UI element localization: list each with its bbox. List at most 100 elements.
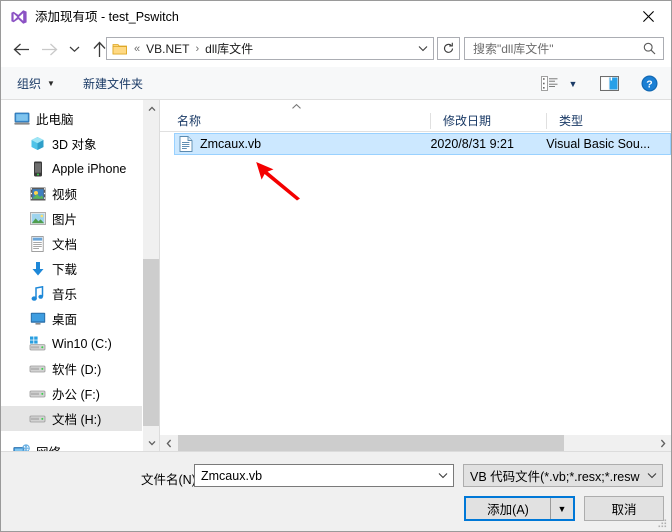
sidebar-item-documents[interactable]: 文档	[1, 231, 142, 256]
scrollbar-thumb[interactable]	[178, 435, 564, 452]
sidebar-label: 此电脑	[36, 113, 74, 127]
downloads-icon	[29, 260, 46, 277]
resize-grip[interactable]	[656, 517, 668, 529]
sidebar-label: 网络	[36, 442, 61, 451]
column-header-modified[interactable]: 修改日期	[431, 110, 547, 132]
column-label: 类型	[559, 114, 584, 128]
sidebar-label: 文档 (H:)	[52, 413, 102, 427]
organize-label: 组织	[17, 76, 42, 91]
refresh-icon	[444, 42, 454, 53]
view-options-button[interactable]	[535, 71, 563, 96]
folder-icon	[112, 43, 127, 54]
search-input[interactable]: 搜索"dll库文件"	[473, 40, 643, 57]
sidebar-scrollbar[interactable]	[142, 100, 160, 451]
arrow-right-icon	[41, 43, 57, 55]
chevron-down-icon	[148, 440, 155, 446]
drive-icon	[29, 410, 46, 427]
sidebar-item-drive-d[interactable]: 软件 (D:)	[1, 356, 142, 381]
filename-input[interactable]: Zmcaux.vb	[201, 469, 433, 483]
command-toolbar: 组织 ▼ 新建文件夹 ▼ ?	[1, 67, 671, 100]
organize-button[interactable]: 组织 ▼	[10, 71, 62, 96]
chevron-down-icon: ▼	[557, 503, 567, 514]
music-icon	[29, 285, 46, 302]
drive-icon	[29, 360, 46, 377]
file-type-filter-value: VB 代码文件(*.vb;*.resx;*.resw	[470, 470, 640, 484]
sidebar-item-3d-objects[interactable]: 3D 对象	[1, 131, 142, 156]
scrollbar-thumb[interactable]	[143, 259, 160, 426]
sidebar-item-pictures[interactable]: 图片	[1, 206, 142, 231]
sidebar-label: 软件 (D:)	[52, 363, 102, 377]
filter-dropdown-button[interactable]	[642, 465, 662, 486]
preview-pane-button[interactable]	[595, 71, 623, 96]
close-icon	[642, 11, 654, 22]
breadcrumb-vbnet[interactable]: VB.NET	[146, 42, 189, 56]
close-button[interactable]	[625, 1, 671, 32]
help-button[interactable]: ?	[635, 71, 663, 96]
arrow-left-icon	[13, 43, 29, 55]
refresh-button[interactable]	[437, 37, 460, 60]
this-pc-icon	[13, 110, 30, 127]
breadcrumb-separator[interactable]: ›	[189, 43, 205, 55]
sidebar-label: Win10 (C:)	[52, 336, 112, 351]
sidebar-item-win10-c[interactable]: Win10 (C:)	[1, 331, 142, 356]
table-row[interactable]: Zmcaux.vb 2020/8/31 9:21 Visual Basic So…	[174, 133, 671, 155]
search-box[interactable]: 搜索"dll库文件"	[464, 37, 664, 60]
add-button[interactable]: 添加(A) ▼	[464, 496, 575, 521]
sidebar-item-drive-h[interactable]: 文档 (H:)	[1, 406, 142, 431]
column-label: 修改日期	[443, 114, 492, 128]
view-options-caret[interactable]: ▼	[563, 71, 583, 96]
sidebar-item-videos[interactable]: 视频	[1, 181, 142, 206]
sidebar-label: 下载	[52, 263, 78, 277]
title-bar: 添加现有项 - test_Pswitch	[1, 1, 671, 32]
sidebar-label: 图片	[52, 213, 78, 227]
iphone-icon	[29, 160, 46, 177]
breadcrumb-dll[interactable]: dll库文件	[205, 40, 253, 57]
add-button-label[interactable]: 添加(A)	[466, 498, 551, 519]
sidebar-item-downloads[interactable]: 下载	[1, 256, 142, 281]
chevron-down-icon: ▼	[47, 78, 55, 88]
sidebar-item-desktop[interactable]: 桌面	[1, 306, 142, 331]
sidebar-label: 办公 (F:)	[52, 388, 100, 402]
address-dropdown-button[interactable]	[413, 38, 433, 59]
recent-locations-button[interactable]	[63, 35, 85, 63]
view-list-icon	[540, 76, 557, 91]
horizontal-scrollbar[interactable]	[160, 434, 671, 452]
filename-label: 文件名(N):	[141, 473, 200, 487]
filename-combobox[interactable]: Zmcaux.vb	[194, 464, 454, 487]
navigation-pane: 此电脑 3D 对象 Apple iPhone 视频 图片 文档 下载 音乐 桌面…	[1, 100, 142, 451]
3d-objects-icon	[29, 135, 46, 152]
column-header-type[interactable]: 类型	[547, 110, 671, 132]
sidebar-item-this-pc[interactable]: 此电脑	[1, 106, 142, 131]
network-icon	[13, 443, 30, 451]
vb-file-icon	[179, 136, 193, 152]
back-button[interactable]	[7, 35, 35, 63]
sidebar-item-drive-f[interactable]: 办公 (F:)	[1, 381, 142, 406]
add-dropdown-button[interactable]: ▼	[551, 498, 573, 519]
file-modified-cell: 2020/8/31 9:21	[430, 137, 514, 151]
new-folder-label: 新建文件夹	[82, 76, 143, 91]
file-name-cell: Zmcaux.vb	[175, 136, 430, 152]
drive-icon	[29, 385, 46, 402]
column-header-name[interactable]: 名称	[160, 110, 431, 132]
column-label: 名称	[177, 114, 202, 128]
scroll-down-button[interactable]	[143, 434, 160, 451]
cancel-button[interactable]: 取消	[584, 496, 664, 521]
forward-button	[35, 35, 63, 63]
new-folder-button[interactable]: 新建文件夹	[76, 71, 150, 96]
scroll-left-button[interactable]	[160, 435, 177, 452]
search-icon[interactable]	[643, 42, 656, 55]
chevron-left-icon	[166, 439, 171, 448]
sidebar-item-apple-iphone[interactable]: Apple iPhone	[1, 156, 142, 181]
visual-studio-icon	[11, 9, 27, 24]
file-type-filter-combobox[interactable]: VB 代码文件(*.vb;*.resx;*.resw	[463, 464, 663, 487]
address-bar[interactable]: « VB.NET › dll库文件	[106, 37, 434, 60]
scroll-right-button[interactable]	[654, 435, 671, 452]
help-icon: ?	[641, 75, 657, 92]
sidebar-label: Apple iPhone	[52, 161, 127, 176]
chevron-down-icon: ▼	[568, 78, 578, 89]
scroll-up-button[interactable]	[143, 100, 160, 117]
sidebar-item-network[interactable]: 网络	[1, 439, 142, 451]
address-prefix: «	[134, 42, 141, 55]
filename-dropdown-button[interactable]	[433, 465, 453, 486]
sidebar-item-music[interactable]: 音乐	[1, 281, 142, 306]
